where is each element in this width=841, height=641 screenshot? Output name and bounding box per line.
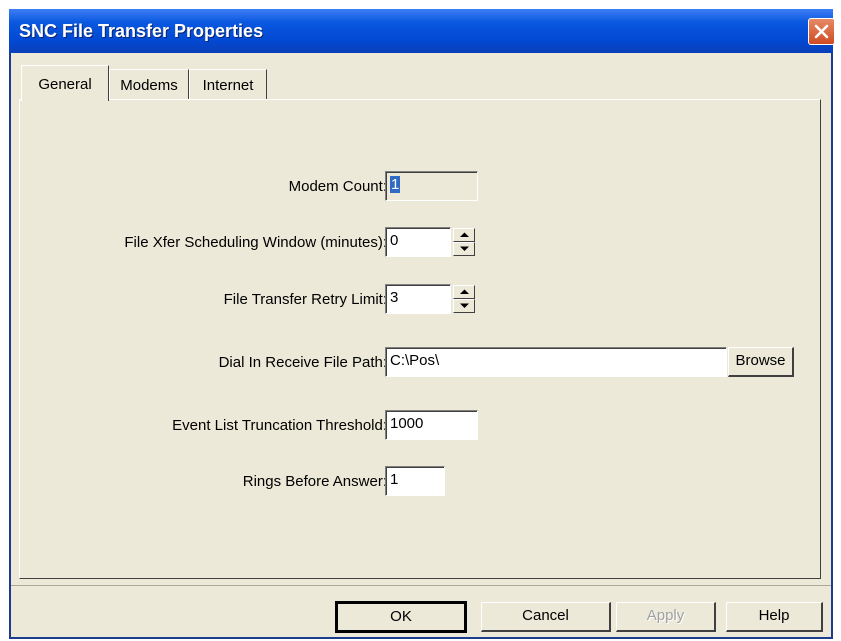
truncation-threshold-label: Event List Truncation Threshold: bbox=[172, 417, 387, 434]
modem-count-label: Modem Count: bbox=[288, 178, 387, 195]
scheduling-window-spinner[interactable] bbox=[453, 227, 477, 257]
close-button[interactable] bbox=[808, 18, 835, 45]
retry-limit-value: 3 bbox=[390, 289, 399, 306]
rings-before-answer-input[interactable]: 1 bbox=[385, 466, 445, 496]
help-button-label: Help bbox=[758, 607, 790, 624]
tab-general[interactable]: General bbox=[21, 65, 109, 101]
title-bar[interactable]: SNC File Transfer Properties bbox=[9, 9, 835, 53]
window-title: SNC File Transfer Properties bbox=[19, 21, 264, 41]
receive-path-value: C:\Pos\ bbox=[390, 352, 440, 369]
button-bar-divider bbox=[11, 585, 831, 586]
receive-path-input[interactable]: C:\Pos\ bbox=[385, 347, 727, 377]
scheduling-window-label: File Xfer Scheduling Window (minutes): bbox=[124, 234, 387, 251]
retry-limit-spinner[interactable] bbox=[453, 284, 477, 314]
tab-general-label: General bbox=[38, 76, 92, 93]
cancel-button[interactable]: Cancel bbox=[481, 602, 611, 632]
tab-internet[interactable]: Internet bbox=[189, 69, 267, 99]
scheduling-window-value: 0 bbox=[390, 232, 399, 249]
retry-limit-label: File Transfer Retry Limit: bbox=[223, 291, 387, 308]
retry-limit-up-button[interactable] bbox=[453, 285, 475, 299]
retry-limit-input[interactable]: 3 bbox=[385, 284, 451, 314]
apply-button-label: Apply bbox=[646, 607, 685, 624]
browse-button-label: Browse bbox=[735, 352, 786, 369]
tab-modems[interactable]: Modems bbox=[109, 69, 189, 99]
dialog-window: SNC File Transfer Properties General Mod… bbox=[9, 9, 835, 639]
help-button[interactable]: Help bbox=[726, 602, 823, 632]
arrow-down-icon bbox=[460, 246, 469, 251]
rings-before-answer-value: 1 bbox=[390, 471, 399, 488]
ok-button-label: OK bbox=[390, 608, 412, 625]
modem-count-value: 1 bbox=[390, 176, 401, 193]
scheduling-window-up-button[interactable] bbox=[453, 228, 475, 242]
arrow-up-icon bbox=[460, 232, 469, 237]
tab-internet-label: Internet bbox=[202, 77, 254, 94]
scheduling-window-input[interactable]: 0 bbox=[385, 227, 451, 257]
truncation-threshold-value: 1000 bbox=[390, 415, 424, 432]
general-tab-panel: Modem Count: 1 File Xfer Scheduling Wind… bbox=[19, 99, 821, 579]
ok-button[interactable]: OK bbox=[335, 601, 467, 633]
dialog-body: General Modems Internet Modem Count: 1 F… bbox=[11, 53, 831, 637]
cancel-button-label: Cancel bbox=[522, 607, 569, 624]
tab-modems-label: Modems bbox=[120, 77, 178, 94]
apply-button: Apply bbox=[616, 602, 716, 632]
browse-button[interactable]: Browse bbox=[728, 347, 794, 377]
modem-count-field: 1 bbox=[385, 171, 478, 201]
receive-path-label: Dial In Receive File Path: bbox=[218, 354, 387, 371]
retry-limit-down-button[interactable] bbox=[453, 299, 475, 313]
rings-before-answer-label: Rings Before Answer: bbox=[242, 473, 387, 490]
arrow-up-icon bbox=[460, 289, 469, 294]
truncation-threshold-input[interactable]: 1000 bbox=[385, 410, 478, 440]
close-icon bbox=[814, 24, 829, 39]
arrow-down-icon bbox=[460, 303, 469, 308]
scheduling-window-down-button[interactable] bbox=[453, 242, 475, 256]
